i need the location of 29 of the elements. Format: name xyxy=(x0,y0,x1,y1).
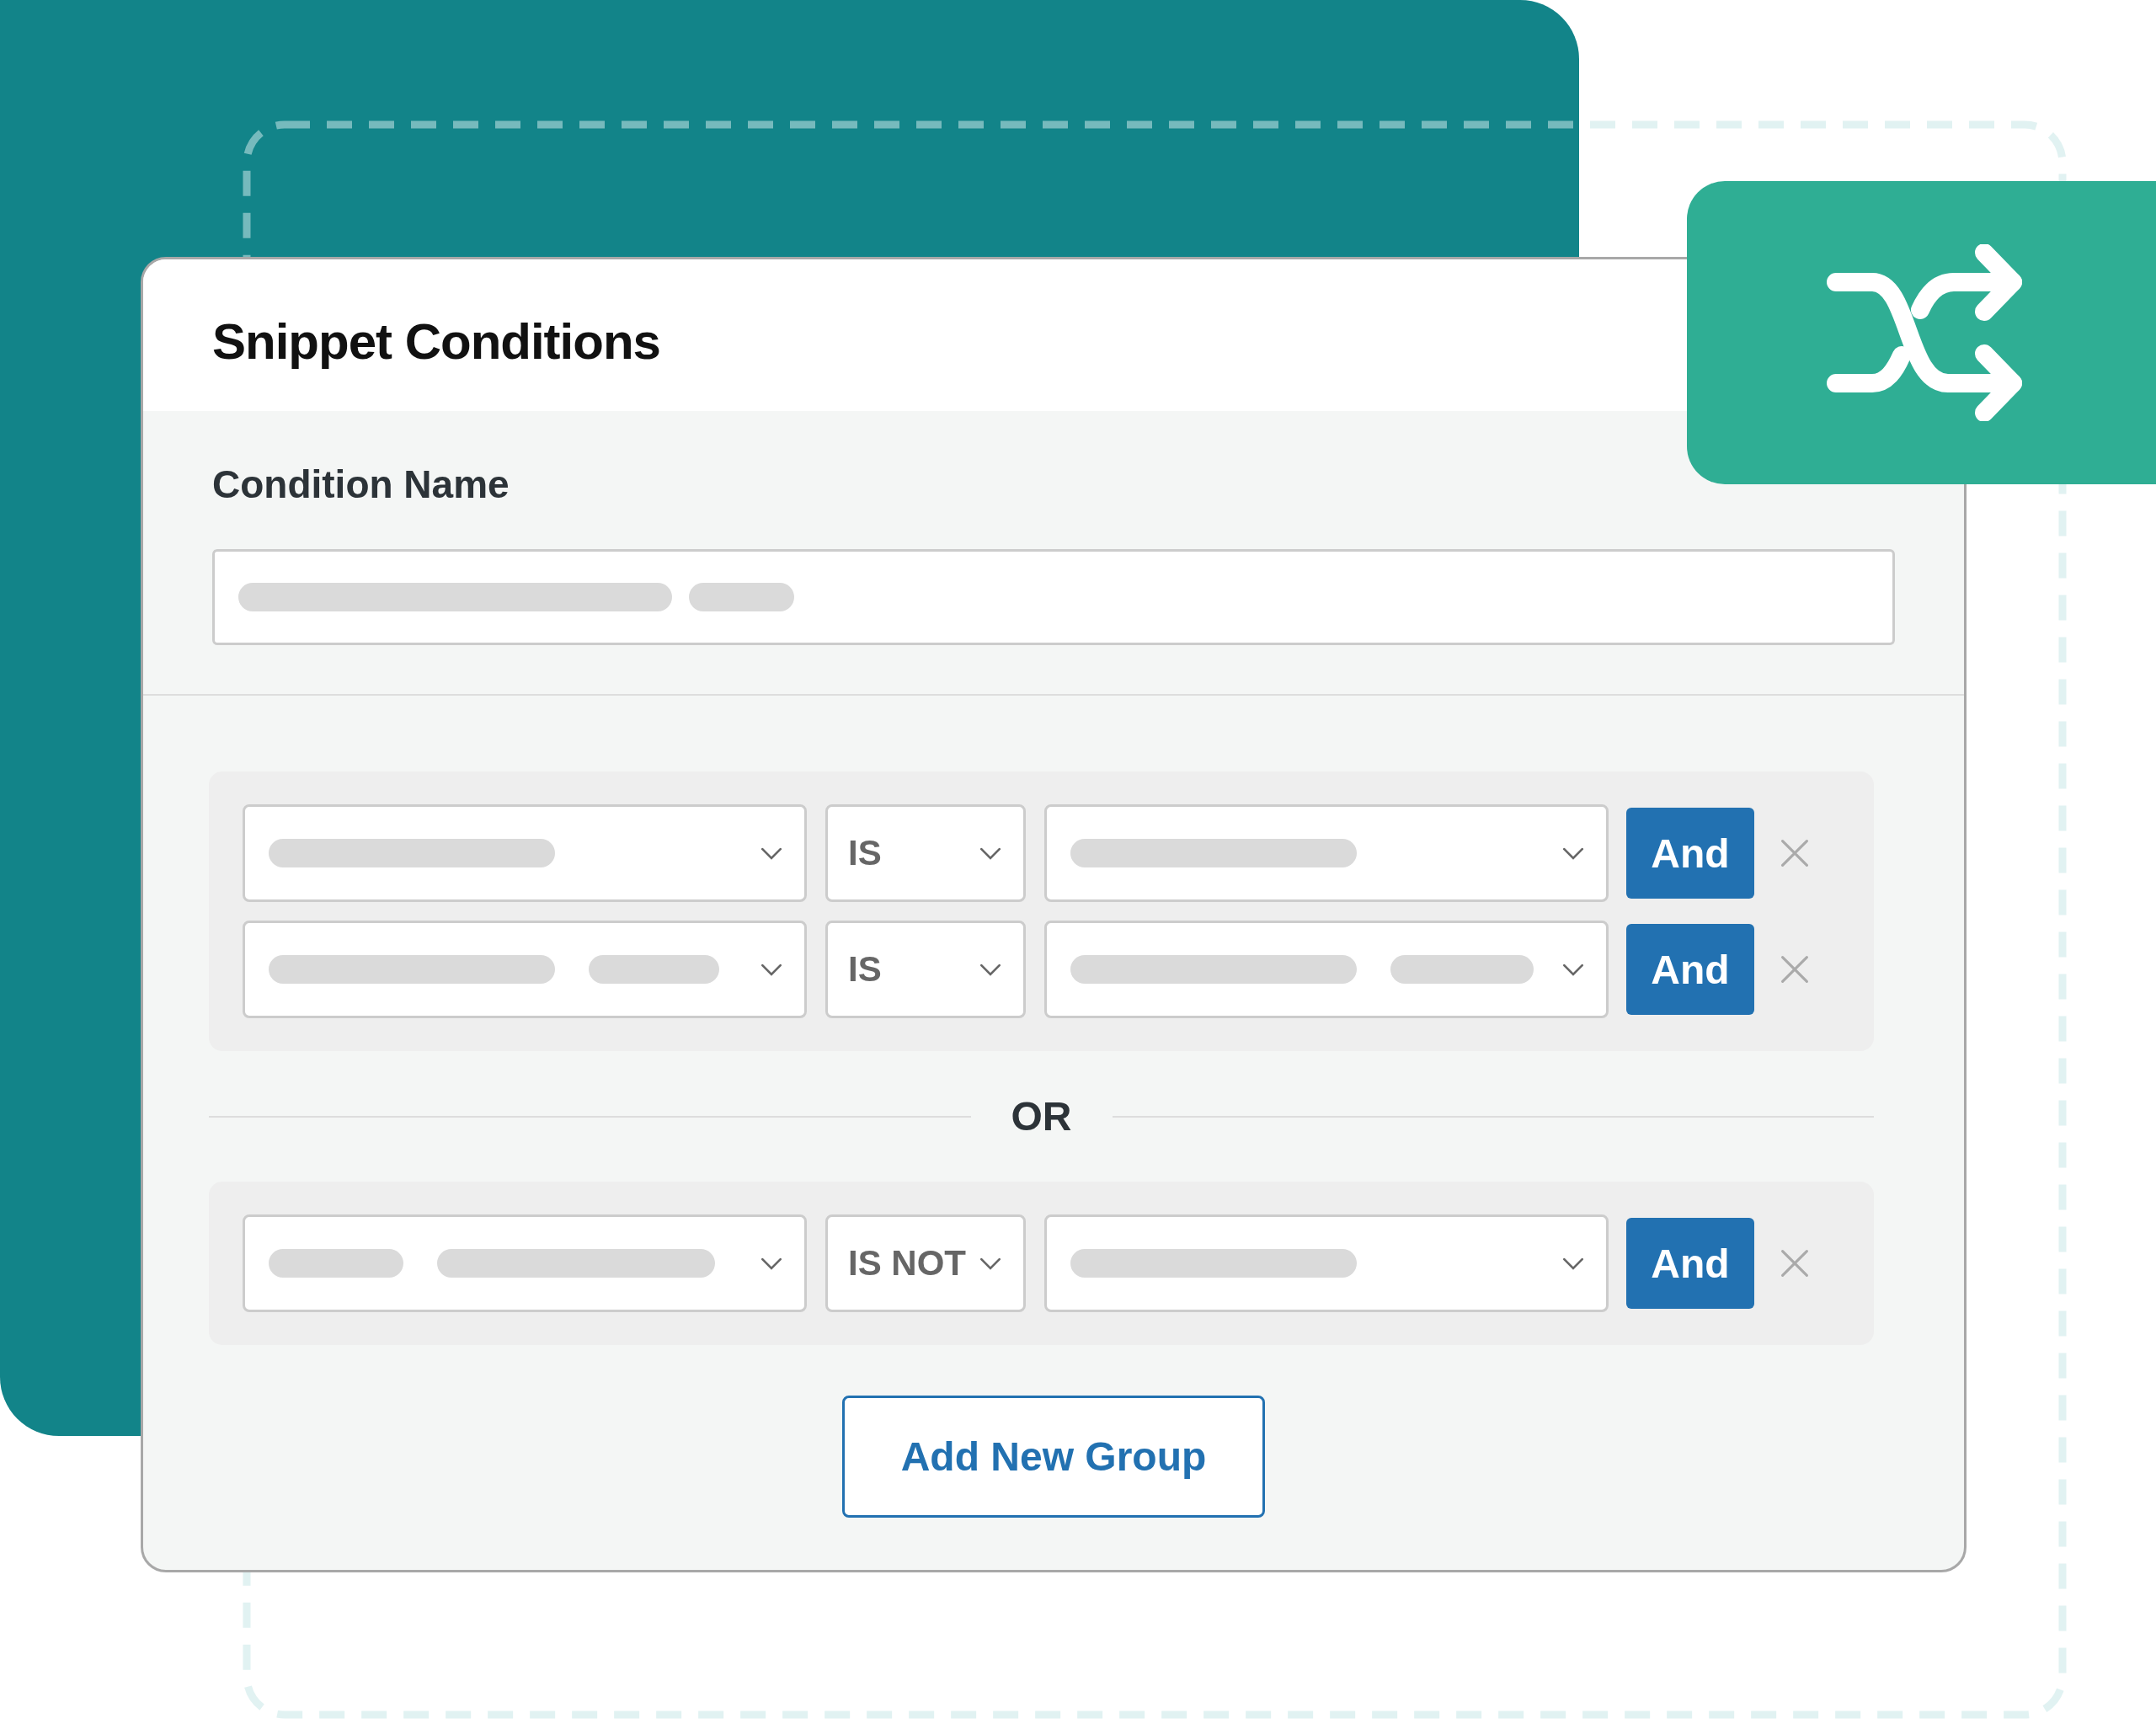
operator-select[interactable]: IS xyxy=(825,921,1026,1018)
chevron-icon xyxy=(979,963,1001,976)
operator-select[interactable]: IS NOT xyxy=(825,1214,1026,1312)
chevron-icon xyxy=(760,846,782,860)
chevron-icon xyxy=(760,1257,782,1270)
field-select[interactable] xyxy=(243,804,807,902)
chevron-icon xyxy=(1562,846,1584,860)
chevron-icon xyxy=(979,1257,1001,1270)
chevron-icon xyxy=(979,846,1001,860)
operator-select[interactable]: IS xyxy=(825,804,1026,902)
chevron-icon xyxy=(760,963,782,976)
field-select[interactable] xyxy=(243,1214,807,1312)
close-icon[interactable] xyxy=(1780,1248,1810,1278)
and-button[interactable]: And xyxy=(1626,1218,1754,1309)
field-label: Condition Name xyxy=(212,462,510,507)
separator-label: OR xyxy=(1010,1093,1073,1140)
field-select[interactable] xyxy=(243,921,807,1018)
chevron-icon xyxy=(1562,963,1584,976)
and-button[interactable]: And xyxy=(1626,808,1754,899)
value-select[interactable] xyxy=(1044,804,1609,902)
add-group-button[interactable]: Add New Group xyxy=(842,1396,1265,1518)
close-icon[interactable] xyxy=(1780,954,1810,985)
and-button[interactable]: And xyxy=(1626,924,1754,1015)
value-select[interactable] xyxy=(1044,1214,1609,1312)
chevron-icon xyxy=(1562,1257,1584,1270)
close-icon[interactable] xyxy=(1780,838,1810,868)
input-field[interactable] xyxy=(212,549,1895,645)
value-select[interactable] xyxy=(1044,921,1609,1018)
card-title: Snippet Conditions xyxy=(212,312,660,371)
